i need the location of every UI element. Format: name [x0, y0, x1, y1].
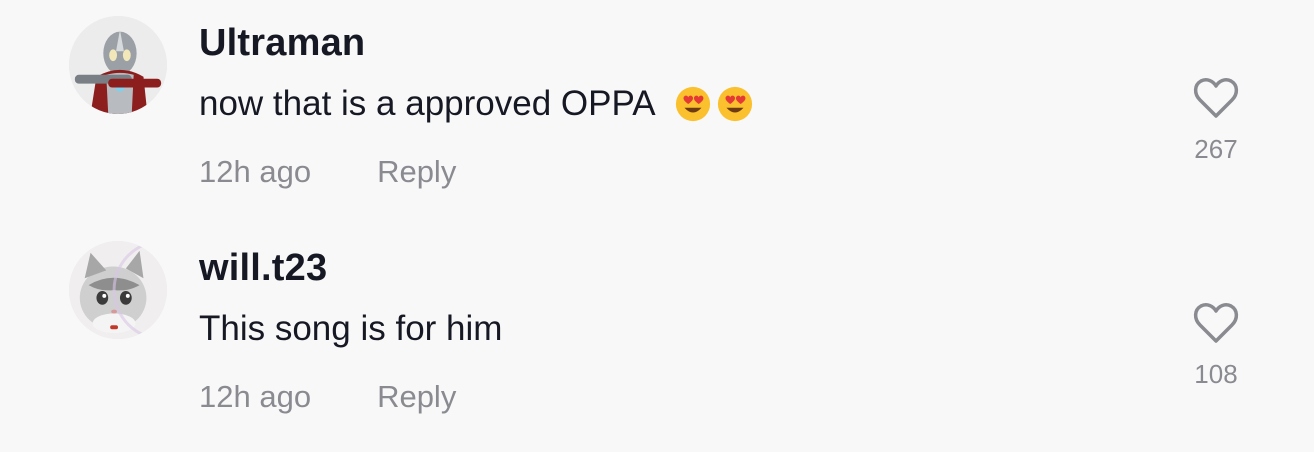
comment-username[interactable]: will.t23	[199, 247, 327, 290]
heart-eyes-emoji	[716, 85, 754, 123]
avatar[interactable]	[69, 16, 167, 114]
heart-outline-icon[interactable]	[1192, 76, 1240, 120]
heart-eyes-emoji	[674, 85, 712, 123]
comment-text: This song is for him	[199, 309, 502, 349]
like-count: 267	[1194, 134, 1238, 164]
like-control: 108	[1185, 301, 1247, 390]
reply-button[interactable]: Reply	[377, 154, 456, 189]
comment-text-content: This song is for him	[199, 309, 503, 348]
comment-text: now that is a approved OPPA	[199, 84, 754, 124]
comment-username[interactable]: Ultraman	[199, 22, 365, 65]
like-control: 267	[1185, 76, 1247, 165]
comment-meta: 12h ago Reply	[199, 154, 456, 190]
ultraman-avatar-image	[69, 16, 167, 114]
comment-timestamp: 12h ago	[199, 154, 312, 189]
like-count: 108	[1194, 359, 1238, 389]
cat-avatar-image	[69, 241, 167, 339]
comment-timestamp: 12h ago	[199, 379, 312, 414]
heart-outline-icon[interactable]	[1192, 301, 1240, 345]
comment-item: Ultraman now that is a approved OPPA 12h…	[0, 0, 1314, 226]
reply-button[interactable]: Reply	[377, 379, 456, 414]
comment-text-content: now that is a approved OPPA	[199, 84, 656, 123]
comment-meta: 12h ago Reply	[199, 379, 456, 415]
comment-item: will.t23 This song is for him 12h ago Rep…	[0, 225, 1314, 451]
avatar[interactable]	[69, 241, 167, 339]
